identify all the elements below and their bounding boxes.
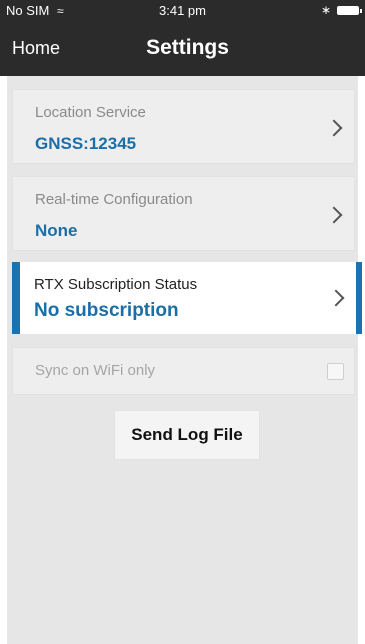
- status-right: ∗: [320, 3, 362, 17]
- rtx-subscription-row[interactable]: RTX Subscription Status No subscription: [12, 262, 362, 334]
- realtime-configuration-label: Real-time Configuration: [35, 191, 193, 208]
- battery-icon: [337, 5, 362, 15]
- location-service-value: GNSS:12345: [35, 134, 137, 153]
- bluetooth-icon: ∗: [320, 3, 331, 17]
- page-title: Settings: [146, 36, 229, 59]
- sync-wifi-checkbox[interactable]: [327, 363, 344, 380]
- selection-accent-left: [12, 262, 20, 334]
- status-bar: No SIM ≈ 3:41 pm ∗: [0, 0, 365, 20]
- realtime-configuration-value: None: [35, 221, 78, 240]
- location-service-label: Location Service: [35, 104, 146, 121]
- selection-accent-right: [356, 262, 362, 334]
- chevron-right-icon: [325, 206, 343, 224]
- navigation-bar: Home Settings: [0, 20, 365, 76]
- send-log-file-button[interactable]: Send Log File: [114, 410, 260, 460]
- status-time: 3:41 pm: [159, 3, 206, 18]
- rtx-subscription-label: RTX Subscription Status: [34, 276, 198, 293]
- realtime-configuration-row[interactable]: Real-time Configuration None: [12, 176, 355, 251]
- location-service-row[interactable]: Location Service GNSS:12345: [12, 89, 355, 164]
- chevron-right-icon: [325, 119, 343, 137]
- rtx-subscription-value: No subscription: [34, 300, 179, 321]
- sync-wifi-label: Sync on WiFi only: [35, 362, 156, 379]
- sync-wifi-row[interactable]: Sync on WiFi only: [12, 347, 355, 395]
- chevron-right-icon: [327, 289, 345, 307]
